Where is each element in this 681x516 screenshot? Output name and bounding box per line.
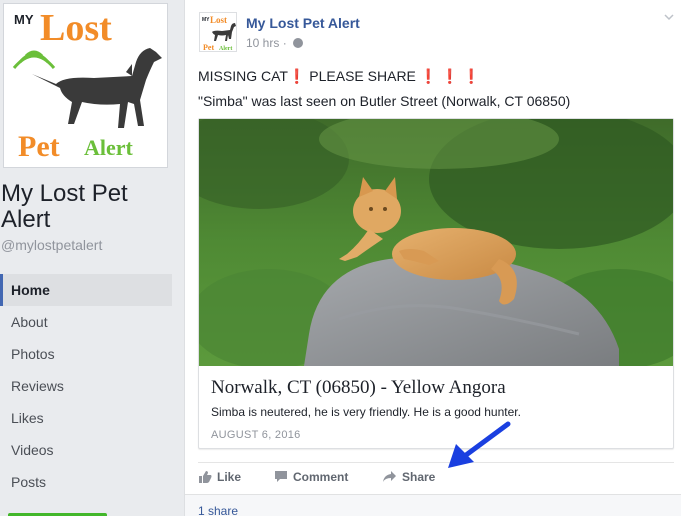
- nav-item-home[interactable]: Home: [0, 274, 172, 306]
- globe-icon: [293, 38, 304, 48]
- post-time[interactable]: 10 hrs: [246, 36, 279, 50]
- annotation-arrow-icon: [448, 421, 511, 468]
- logo-text-my: MY: [14, 12, 34, 27]
- svg-text:Pet: Pet: [203, 43, 214, 52]
- share-label: Share: [402, 470, 436, 484]
- link-preview[interactable]: Norwalk, CT (06850) - Yellow Angora Simb…: [198, 118, 674, 449]
- preview-description: Simba is neutered, he is very friendly. …: [211, 405, 521, 419]
- logo-text-alert: Alert: [84, 135, 134, 160]
- shares-count[interactable]: 1 share: [198, 504, 238, 516]
- exclamation-icon: ❗: [462, 68, 480, 84]
- comment-label: Comment: [293, 470, 349, 484]
- nav-item-about[interactable]: About: [0, 306, 172, 338]
- exclamation-icon: ❗: [419, 68, 438, 84]
- shares-bar: 1 share: [185, 494, 681, 516]
- dog-silhouette-icon: [32, 48, 162, 128]
- post-message-share: PLEASE SHARE: [305, 68, 420, 84]
- thumbs-up-icon: [199, 471, 212, 483]
- left-sidebar: MY Lost Pet Alert My Lost Pet Alert @myl…: [0, 0, 178, 516]
- comment-icon: [275, 471, 287, 482]
- exclamation-icon: ❗: [287, 68, 306, 84]
- post-message-line-1: MISSING CAT❗ PLEASE SHARE ❗ ❗ ❗: [198, 64, 678, 89]
- exclamation-icon: ❗: [441, 68, 459, 84]
- comment-button[interactable]: Comment: [274, 470, 348, 484]
- post-message-missing: MISSING CAT: [198, 68, 288, 84]
- svg-text:Lost: Lost: [210, 15, 227, 25]
- nav-item-reviews[interactable]: Reviews: [0, 370, 172, 402]
- post-author-avatar[interactable]: MY Lost Pet Alert: [199, 12, 237, 52]
- post-meta: 10 hrs ·: [246, 36, 304, 50]
- preview-image-cat[interactable]: [199, 119, 673, 366]
- nav-item-photos[interactable]: Photos: [0, 338, 172, 370]
- logo-text-lost: Lost: [40, 7, 112, 49]
- page-name[interactable]: My Lost Pet Alert: [1, 181, 171, 233]
- meta-separator: ·: [282, 36, 287, 50]
- post-message-line-2: "Simba" was last seen on Butler Street (…: [198, 93, 571, 109]
- like-button[interactable]: Like: [198, 470, 241, 484]
- logo-text-pet: Pet: [18, 130, 60, 163]
- nav-item-posts[interactable]: Posts: [0, 466, 172, 498]
- share-icon: [383, 471, 396, 482]
- nav-item-likes[interactable]: Likes: [0, 402, 172, 434]
- svg-text:Alert: Alert: [219, 46, 232, 52]
- post-author-name[interactable]: My Lost Pet Alert: [246, 15, 360, 31]
- preview-title[interactable]: Norwalk, CT (06850) - Yellow Angora: [211, 377, 506, 399]
- chevron-down-icon[interactable]: [664, 12, 674, 22]
- post-header: MY Lost Pet Alert My Lost Pet Alert 10 h…: [185, 0, 681, 60]
- page-nav: Home About Photos Reviews Likes Videos P…: [0, 274, 172, 498]
- post-card: MY Lost Pet Alert My Lost Pet Alert 10 h…: [184, 0, 681, 516]
- nav-item-videos[interactable]: Videos: [0, 434, 172, 466]
- post-message: MISSING CAT❗ PLEASE SHARE ❗ ❗ ❗ "Simba" …: [198, 64, 678, 114]
- svg-text:MY: MY: [202, 17, 210, 23]
- like-label: Like: [217, 470, 242, 484]
- page-handle[interactable]: @mylostpetalert: [1, 237, 102, 253]
- page-profile-picture[interactable]: MY Lost Pet Alert: [3, 3, 168, 168]
- post-actions: Like Comment Share: [198, 462, 674, 492]
- preview-date: AUGUST 6, 2016: [211, 429, 301, 441]
- share-button[interactable]: Share: [382, 470, 435, 484]
